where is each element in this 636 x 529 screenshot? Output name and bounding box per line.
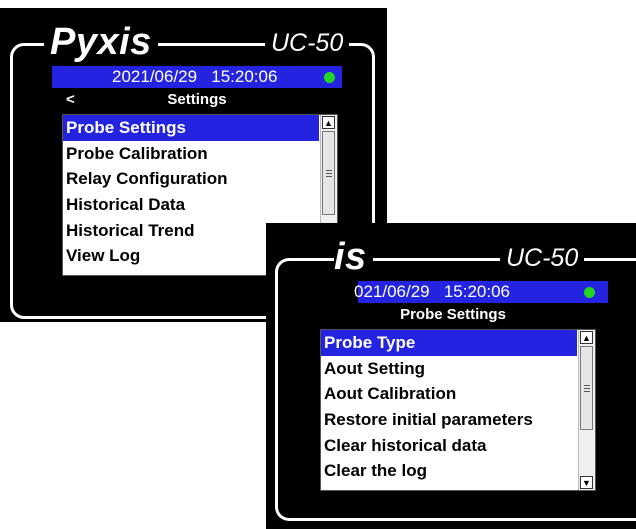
time-text: 15:20:06 (443, 282, 510, 301)
scroll-thumb[interactable] (580, 346, 593, 430)
datetime: 021/06/29 15:20:06 (354, 281, 510, 303)
screen-title: Settings (167, 91, 227, 108)
time-text: 15:20:06 (211, 67, 278, 86)
menu-item-probe-type[interactable]: Probe Type (321, 330, 577, 356)
status-bar: 2021/06/29 15:20:06 (52, 66, 342, 88)
status-dot-icon (584, 287, 595, 298)
model-label: UC-50 (265, 28, 350, 58)
brand-logo: is (334, 235, 373, 279)
scrollbar[interactable]: ▲ ▼ (578, 330, 595, 490)
device-screen-probe-settings: is UC-50 021/06/29 15:20:06 Probe Settin… (266, 223, 636, 529)
menu-item-relay-configuration[interactable]: Relay Configuration (63, 166, 319, 192)
back-button[interactable]: < (66, 89, 75, 111)
menu-item-aout-setting[interactable]: Aout Setting (321, 356, 577, 382)
menu-item-historical-data[interactable]: Historical Data (63, 192, 319, 218)
menu-item-probe-settings[interactable]: Probe Settings (63, 115, 319, 141)
menu-item-aout-calibration[interactable]: Aout Calibration (321, 381, 577, 407)
scroll-up-icon[interactable]: ▲ (580, 331, 593, 344)
grip-line (584, 391, 590, 392)
grip-line (326, 170, 332, 171)
menu-item-restore-initial-parameters[interactable]: Restore initial parameters (321, 407, 577, 433)
grip-line (326, 176, 332, 177)
menu-item-clear-historical-data[interactable]: Clear historical data (321, 433, 577, 459)
menu-item-clear-the-log[interactable]: Clear the log (321, 458, 577, 484)
model-label: UC-50 (500, 243, 585, 273)
grip-line (326, 173, 332, 174)
screen-title: Probe Settings (400, 306, 506, 323)
scroll-down-icon[interactable]: ▼ (580, 476, 593, 489)
grip-line (584, 388, 590, 389)
screen-title-bar: Probe Settings (358, 304, 548, 326)
screen-title-bar: < Settings (52, 89, 342, 111)
brand-logo: Pyxis (44, 20, 158, 64)
menu-item-probe-calibration[interactable]: Probe Calibration (63, 141, 319, 167)
scroll-up-icon[interactable]: ▲ (322, 116, 335, 129)
status-bar: 021/06/29 15:20:06 (354, 281, 608, 303)
date-text: 2021/06/29 (112, 67, 198, 86)
date-text: 021/06/29 (354, 282, 430, 301)
probe-settings-menu-list: Probe Type Aout Setting Aout Calibration… (320, 329, 596, 491)
datetime: 2021/06/29 15:20:06 (112, 66, 277, 88)
scroll-thumb[interactable] (322, 131, 335, 215)
status-dot-icon (324, 72, 335, 83)
grip-line (584, 385, 590, 386)
